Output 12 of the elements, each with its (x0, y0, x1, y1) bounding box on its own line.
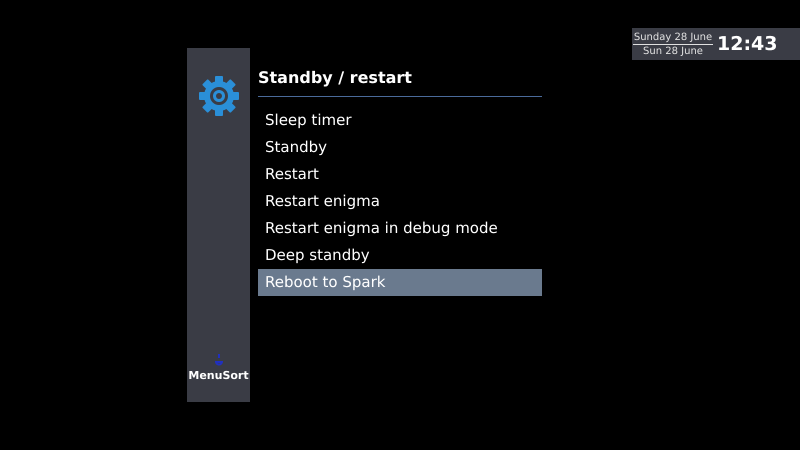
date-text: Sunday 28 June (632, 30, 714, 44)
menu-item[interactable]: Sleep timer (258, 107, 542, 134)
menu-title: Standby / restart (258, 67, 413, 89)
menu-item[interactable]: Restart enigma in debug mode (258, 215, 542, 242)
menu-item[interactable]: Standby (258, 134, 542, 161)
menusort-label: MenuSort (188, 368, 249, 384)
menu-item[interactable]: Restart (258, 161, 542, 188)
menu-item[interactable]: Deep standby (258, 242, 542, 269)
date-text: Sun 28 June (643, 44, 703, 58)
menu-item[interactable]: Restart enigma (258, 188, 542, 215)
clock-time: 12:43 (717, 32, 778, 57)
menu-item[interactable]: Reboot to Spark (258, 269, 542, 296)
